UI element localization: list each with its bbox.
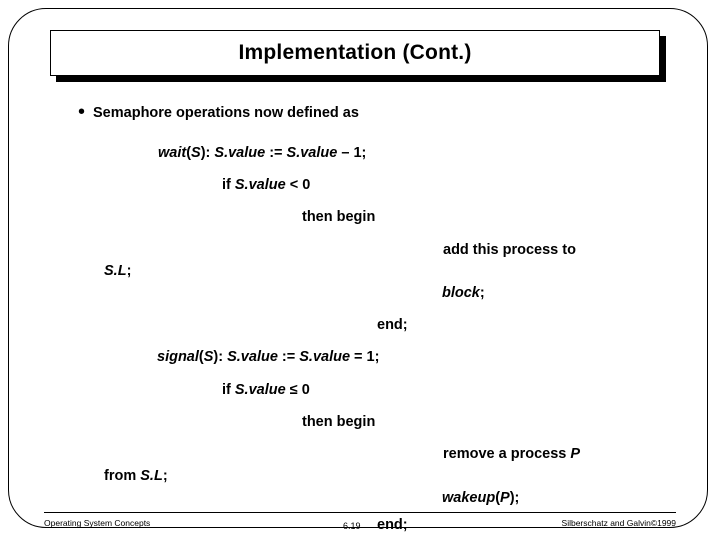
- footer-copyright: Silberschatz and Galvin©1999: [561, 518, 676, 528]
- code-line-then-begin-1: then begin: [302, 209, 376, 225]
- code-line-from-s-l: from S.L;: [104, 468, 168, 484]
- title-box: Implementation (Cont.): [50, 30, 660, 76]
- code-line-signal-increment: signal(S): S.value := S.value = 1;: [157, 349, 380, 365]
- code-line-if-lt-zero: if S.value < 0: [222, 177, 311, 193]
- page-title: Implementation (Cont.): [238, 41, 472, 64]
- code-line-wait-decrement: wait(S): S.value := S.value – 1;: [158, 145, 367, 161]
- code-line-wakeup: wakeup(P);: [442, 490, 520, 506]
- code-line-block: block;: [442, 285, 485, 301]
- code-line-s-l-1: S.L;: [104, 263, 132, 279]
- code-line-end-2: end;: [377, 517, 408, 533]
- code-line-end-1: end;: [377, 317, 408, 333]
- footer-divider: [44, 512, 676, 513]
- bullet-item-label: Semaphore operations now defined as: [93, 105, 359, 121]
- code-line-remove-process: remove a process P: [443, 446, 581, 462]
- bullet-item: • Semaphore operations now defined as: [78, 101, 359, 123]
- slide: Implementation (Cont.) • Semaphore opera…: [0, 0, 720, 540]
- footer-book-title: Operating System Concepts: [44, 518, 151, 528]
- code-line-if-le-zero: if S.value ≤ 0: [222, 382, 310, 398]
- code-line-add-process: add this process to: [443, 242, 576, 258]
- code-line-then-begin-2: then begin: [302, 414, 376, 430]
- bullet-dot-icon: •: [78, 101, 86, 123]
- footer-slide-number: 6.19: [343, 521, 361, 531]
